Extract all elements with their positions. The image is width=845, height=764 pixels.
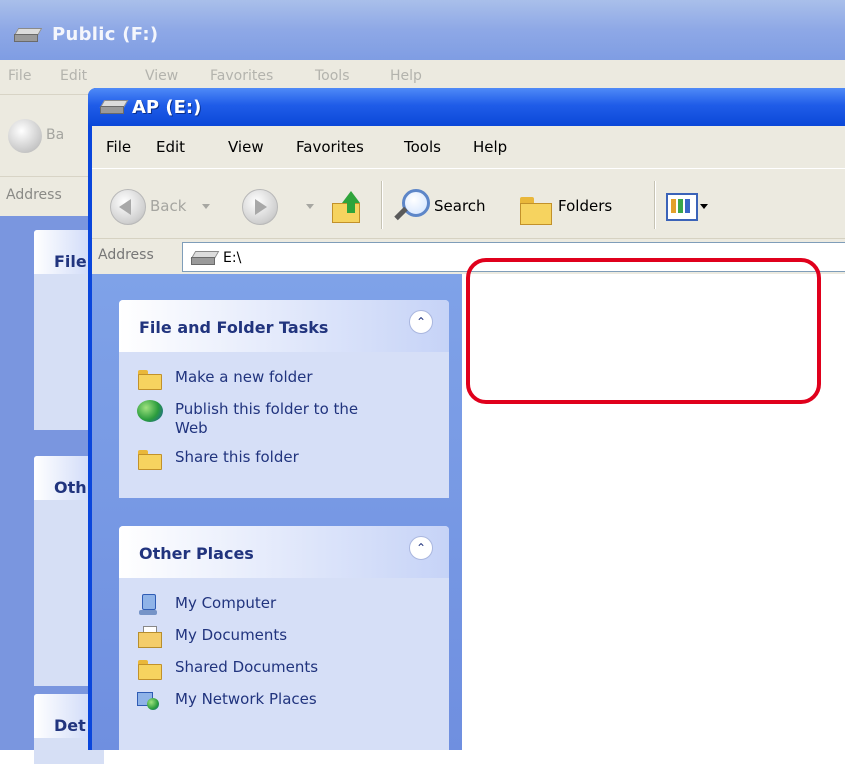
menu-edit[interactable]: Edit <box>156 138 185 156</box>
views-dropdown-icon[interactable] <box>700 204 708 209</box>
bg-address-label: Address <box>6 187 62 203</box>
menu-bar: File Edit View Favorites Tools Help <box>92 126 845 168</box>
search-icon[interactable] <box>392 187 430 225</box>
place-label: My Network Places <box>175 690 317 708</box>
search-button-label[interactable]: Search <box>434 197 486 215</box>
bg-menu-edit[interactable]: Edit <box>60 68 87 84</box>
menu-view[interactable]: View <box>228 138 264 156</box>
highlight-annotation-box <box>466 258 821 404</box>
toolbar-separator <box>381 181 383 229</box>
views-icon[interactable] <box>666 193 698 221</box>
place-my-computer[interactable]: My Computer <box>137 594 449 616</box>
bg-menu-file[interactable]: File <box>8 68 31 84</box>
place-network-places[interactable]: My Network Places <box>137 690 449 712</box>
shared-documents-icon <box>137 658 163 680</box>
other-places-panel: Other Places ⌃ My Computer My Documents … <box>119 526 449 750</box>
window-title: AP (E:) <box>132 97 202 118</box>
back-button-label[interactable]: Back <box>150 197 186 215</box>
collapse-chevron-icon[interactable]: ⌃ <box>409 310 433 334</box>
task-label: Share this folder <box>175 448 299 466</box>
title-bar[interactable]: AP (E:) <box>88 88 845 126</box>
drive-icon <box>190 251 220 265</box>
toolbar-separator <box>654 181 656 229</box>
address-value: E:\ <box>223 250 242 266</box>
other-places-title: Other Places <box>139 544 254 563</box>
folders-icon[interactable] <box>518 191 552 225</box>
task-label: Publish this folder to the Web <box>175 400 359 437</box>
other-places-header[interactable]: Other Places ⌃ <box>119 526 449 578</box>
share-folder-icon <box>137 448 163 470</box>
back-arrow-icon[interactable] <box>8 119 42 153</box>
toolbar: Back Search Folders <box>92 168 845 239</box>
publish-web-icon <box>137 400 163 422</box>
my-documents-icon <box>137 626 163 648</box>
place-label: My Computer <box>175 594 277 612</box>
menu-file[interactable]: File <box>106 138 131 156</box>
folders-button-label[interactable]: Folders <box>558 197 612 215</box>
up-folder-icon[interactable] <box>330 189 364 223</box>
task-publish-web[interactable]: Publish this folder to the Web <box>137 400 449 438</box>
forward-arrow-icon[interactable] <box>242 189 278 225</box>
place-label: My Documents <box>175 626 288 644</box>
task-pane: File and Folder Tasks ⌃ Make a new folde… <box>92 274 462 750</box>
place-my-documents[interactable]: My Documents <box>137 626 449 648</box>
menu-favorites[interactable]: Favorites <box>296 138 364 156</box>
back-arrow-icon[interactable] <box>110 189 146 225</box>
back-dropdown-icon[interactable] <box>202 204 210 209</box>
new-folder-icon <box>137 368 163 390</box>
bg-menu-tools[interactable]: Tools <box>315 68 350 84</box>
file-folder-tasks-header[interactable]: File and Folder Tasks ⌃ <box>119 300 449 352</box>
menu-help[interactable]: Help <box>473 138 507 156</box>
collapse-chevron-icon[interactable]: ⌃ <box>409 536 433 560</box>
explorer-window: AP (E:) File Edit View Favorites Tools H… <box>88 88 845 750</box>
task-share-folder[interactable]: Share this folder <box>137 448 449 470</box>
bg-menu-favorites[interactable]: Favorites <box>210 68 273 84</box>
place-shared-documents[interactable]: Shared Documents <box>137 658 449 680</box>
task-label: Make a new folder <box>175 368 313 386</box>
drive-icon <box>13 28 43 42</box>
network-places-icon <box>137 690 163 712</box>
background-title-bar[interactable]: Public (F:) <box>0 0 845 60</box>
drive-icon <box>99 100 129 114</box>
my-computer-icon <box>137 594 163 616</box>
place-label: Shared Documents <box>175 658 319 676</box>
background-window-title: Public (F:) <box>52 24 159 45</box>
forward-dropdown-icon[interactable] <box>306 204 314 209</box>
file-folder-tasks-title: File and Folder Tasks <box>139 318 329 337</box>
menu-tools[interactable]: Tools <box>404 138 441 156</box>
bg-menu-help[interactable]: Help <box>390 68 422 84</box>
bg-back-label: Ba <box>46 127 65 143</box>
background-sidebar: File Oth Det <box>0 216 104 764</box>
file-folder-tasks-panel: File and Folder Tasks ⌃ Make a new folde… <box>119 300 449 498</box>
bg-menu-view[interactable]: View <box>145 68 178 84</box>
address-label: Address <box>98 247 154 263</box>
task-make-new-folder[interactable]: Make a new folder <box>137 368 449 390</box>
